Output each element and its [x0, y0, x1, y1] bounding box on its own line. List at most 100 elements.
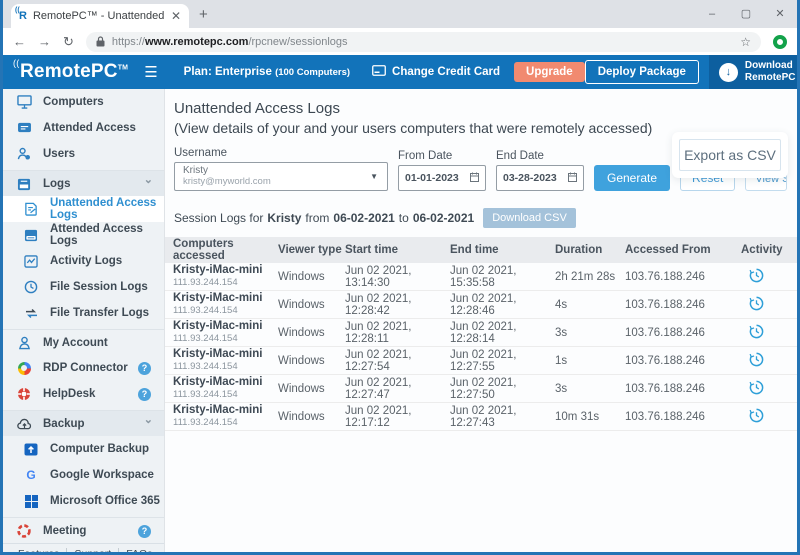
download-viewer-button[interactable]: ↓ DownloadRemotePC Viewer — [709, 55, 800, 89]
sidebar-item-label: Meeting — [43, 525, 86, 537]
session-history-icon[interactable] — [749, 352, 764, 370]
download-csv-button[interactable]: Download CSV — [483, 208, 576, 228]
upgrade-button[interactable]: Upgrade — [514, 62, 585, 82]
sidebar-item-activity-logs[interactable]: Activity Logs — [3, 248, 164, 274]
sidebar-item-users[interactable]: Users — [3, 141, 164, 167]
session-history-icon[interactable] — [749, 380, 764, 398]
help-icon[interactable]: ? — [138, 388, 151, 401]
from-date-input[interactable]: 01-01-2023 — [398, 165, 486, 191]
sidebar-item-label: Logs — [43, 178, 70, 190]
help-icon[interactable]: ? — [138, 525, 151, 538]
page-subtitle: (View details of your and your users com… — [174, 120, 787, 136]
computer-ip: 111.93.244.154 — [173, 334, 278, 345]
session-log-table: Computers accessedViewer typeStart timeE… — [165, 237, 797, 431]
footer-link-faqs[interactable]: FAQs — [119, 548, 159, 552]
sidebar-item-rdp-connector[interactable]: RDP Connector? — [3, 355, 164, 381]
session-from-date: 06-02-2021 — [333, 211, 394, 225]
sidebar-item-meeting[interactable]: Meeting? — [3, 517, 164, 543]
session-to-date: 06-02-2021 — [413, 211, 474, 225]
sidebar-item-label: Attended Access — [43, 122, 136, 134]
sidebar-item-logs[interactable]: Logs ⌄ — [3, 170, 164, 196]
sidebar-item-label: Attended Access Logs — [50, 223, 164, 247]
sidebar-item-backup[interactable]: Backup⌄ — [3, 410, 164, 436]
sidebar-item-unattended-access-logs[interactable]: Unattended Access Logs — [3, 196, 164, 222]
main-content: Unattended Access Logs (View details of … — [165, 89, 797, 552]
window-maximize-button[interactable]: ▢ — [729, 0, 763, 28]
bookmark-star-icon[interactable]: ☆ — [740, 35, 751, 49]
browser-tab[interactable]: ((R RemotePC™ - Unattended Acce ✕ — [11, 4, 189, 28]
end-time: Jun 02 2021, 12:28:46 — [450, 293, 555, 317]
hamburger-menu-icon[interactable]: ☰ — [144, 63, 157, 81]
sidebar-item-computers[interactable]: Computers — [3, 89, 164, 115]
column-header-computers-accessed: Computers accessed — [173, 238, 278, 262]
sidebar-item-label: Google Workspace — [50, 469, 154, 481]
computer-name: Kristy-iMac-mini — [173, 292, 278, 305]
username-select[interactable]: Kristy kristy@myworld.com ▼ — [174, 162, 388, 191]
sidebar-item-label: Computer Backup — [50, 443, 149, 455]
sidebar-item-attended-access-logs[interactable]: Attended Access Logs — [3, 222, 164, 248]
footer-link-support[interactable]: Support — [67, 548, 119, 552]
reload-icon[interactable]: ↻ — [63, 34, 74, 50]
sidebar-item-label: My Account — [43, 337, 108, 349]
users-icon — [16, 146, 32, 162]
new-tab-button[interactable]: + — [199, 6, 208, 23]
tab-close-icon[interactable]: ✕ — [171, 9, 181, 23]
sidebar-item-helpdesk[interactable]: HelpDesk? — [3, 381, 164, 407]
chevron-down-icon: ⌄ — [144, 173, 153, 186]
sidebar-item-file-transfer-logs[interactable]: File Transfer Logs — [3, 300, 164, 326]
end-date-input[interactable]: 03-28-2023 — [496, 165, 584, 191]
sidebar-item-label: Backup — [43, 418, 85, 430]
duration: 4s — [555, 299, 625, 311]
session-history-icon[interactable] — [749, 268, 764, 286]
sidebar-item-microsoft-office-365[interactable]: Microsoft Office 365 — [3, 488, 164, 514]
accessed-from-ip: 103.76.188.246 — [625, 327, 735, 339]
plan-info: Plan: Enterprise (100 Computers) — [184, 66, 350, 78]
session-history-icon[interactable] — [749, 296, 764, 314]
help-icon[interactable]: ? — [138, 362, 151, 375]
duration: 10m 31s — [555, 411, 625, 423]
sidebar-item-file-session-logs[interactable]: File Session Logs — [3, 274, 164, 300]
attended-access-icon — [16, 120, 32, 136]
start-time: Jun 02 2021, 12:27:47 — [345, 377, 450, 401]
end-time: Jun 02 2021, 12:27:43 — [450, 405, 555, 429]
back-icon[interactable]: ← — [13, 34, 26, 49]
deploy-package-button[interactable]: Deploy Package — [585, 60, 699, 84]
sidebar-item-attended-access[interactable]: Attended Access — [3, 115, 164, 141]
generate-button[interactable]: Generate — [594, 165, 670, 191]
sidebar-item-google-workspace[interactable]: GGoogle Workspace — [3, 462, 164, 488]
change-credit-card-button[interactable]: Change Credit Card — [372, 65, 500, 79]
address-bar: ← → ↻ https://www.remotepc.com/rpcnew/se… — [3, 28, 797, 55]
start-time: Jun 02 2021, 12:28:42 — [345, 293, 450, 317]
session-user: Kristy — [267, 211, 301, 225]
microsoft-office-icon — [23, 493, 39, 509]
window-close-button[interactable]: ✕ — [763, 0, 797, 28]
column-header-viewer-type: Viewer type — [278, 244, 345, 256]
table-row: Kristy-iMac-mini 111.93.244.154 Windows … — [165, 403, 797, 431]
tab-title: RemotePC™ - Unattended Acce — [33, 10, 165, 22]
browser-window: ((R RemotePC™ - Unattended Acce ✕ + – ▢ … — [0, 0, 800, 555]
calendar-icon — [470, 172, 479, 185]
session-history-icon[interactable] — [749, 408, 764, 426]
url-input[interactable]: https://www.remotepc.com/rpcnew/sessionl… — [86, 32, 761, 52]
export-as-csv-button[interactable]: Export as CSV — [679, 139, 781, 171]
viewer-type: Windows — [278, 271, 345, 283]
column-header-duration: Duration — [555, 244, 625, 256]
forward-icon[interactable]: → — [38, 34, 51, 49]
session-history-icon[interactable] — [749, 324, 764, 342]
sidebar-item-label: File Transfer Logs — [50, 307, 149, 319]
app-header: ((RemotePCTM ☰ Plan: Enterprise (100 Com… — [3, 55, 797, 89]
window-minimize-button[interactable]: – — [695, 0, 729, 28]
table-row: Kristy-iMac-mini 111.93.244.154 Windows … — [165, 347, 797, 375]
sidebar-footer: FeaturesSupportFAQs — [3, 543, 164, 552]
footer-link-features[interactable]: Features — [11, 548, 67, 552]
remotepc-favicon-icon: ((R — [19, 11, 27, 22]
accessed-from-ip: 103.76.188.246 — [625, 411, 735, 423]
sidebar-item-computer-backup[interactable]: Computer Backup — [3, 436, 164, 462]
end-time: Jun 02 2021, 15:35:58 — [450, 265, 555, 289]
extension-icon[interactable] — [773, 35, 787, 49]
my-account-icon — [16, 335, 32, 351]
url-host: www.remotepc.com — [145, 36, 249, 48]
sidebar-item-my-account[interactable]: My Account — [3, 329, 164, 355]
sidebar-item-label: Unattended Access Logs — [50, 197, 164, 221]
log-table-header: Computers accessedViewer typeStart timeE… — [165, 237, 797, 263]
